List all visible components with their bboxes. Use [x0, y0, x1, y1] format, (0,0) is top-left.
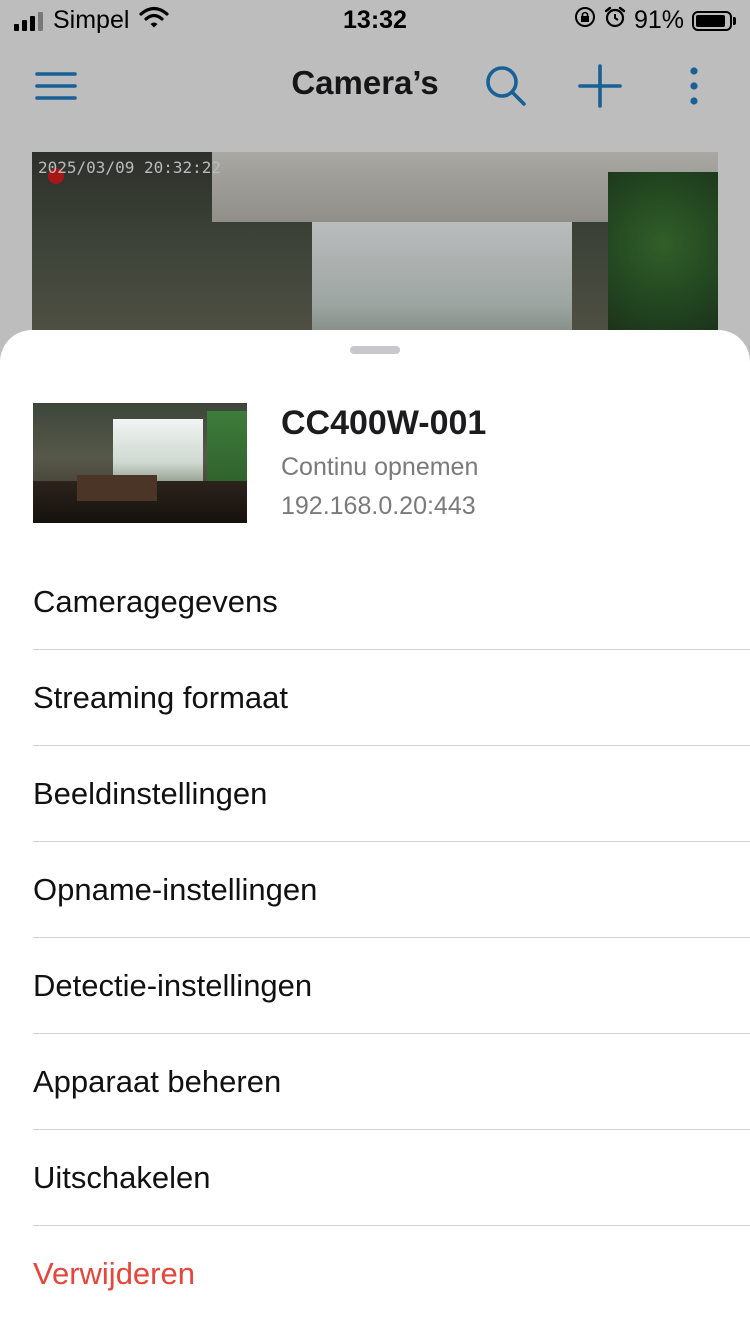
camera-action-sheet: CC400W-001 Continu opnemen 192.168.0.20:… [0, 330, 750, 1334]
menu-item-delete[interactable]: Verwijderen [33, 1226, 750, 1321]
camera-name: CC400W-001 [281, 404, 487, 442]
menu-item-detection-settings[interactable]: Detectie-instellingen [33, 938, 750, 1034]
menu-item-image-settings[interactable]: Beeldinstellingen [33, 746, 750, 842]
camera-thumbnail [33, 403, 247, 523]
menu-item-streaming-format[interactable]: Streaming formaat [33, 650, 750, 746]
camera-address: 192.168.0.20:443 [281, 492, 476, 520]
menu-item-recording-settings[interactable]: Opname-instellingen [33, 842, 750, 938]
camera-status: Continu opnemen [281, 453, 479, 481]
menu-item-disable[interactable]: Uitschakelen [33, 1130, 750, 1226]
menu-item-camera-details[interactable]: Cameragegevens [33, 554, 750, 650]
camera-options-menu: Cameragegevens Streaming formaat Beeldin… [33, 554, 750, 1321]
sheet-grabber[interactable] [350, 346, 400, 354]
menu-item-manage-device[interactable]: Apparaat beheren [33, 1034, 750, 1130]
